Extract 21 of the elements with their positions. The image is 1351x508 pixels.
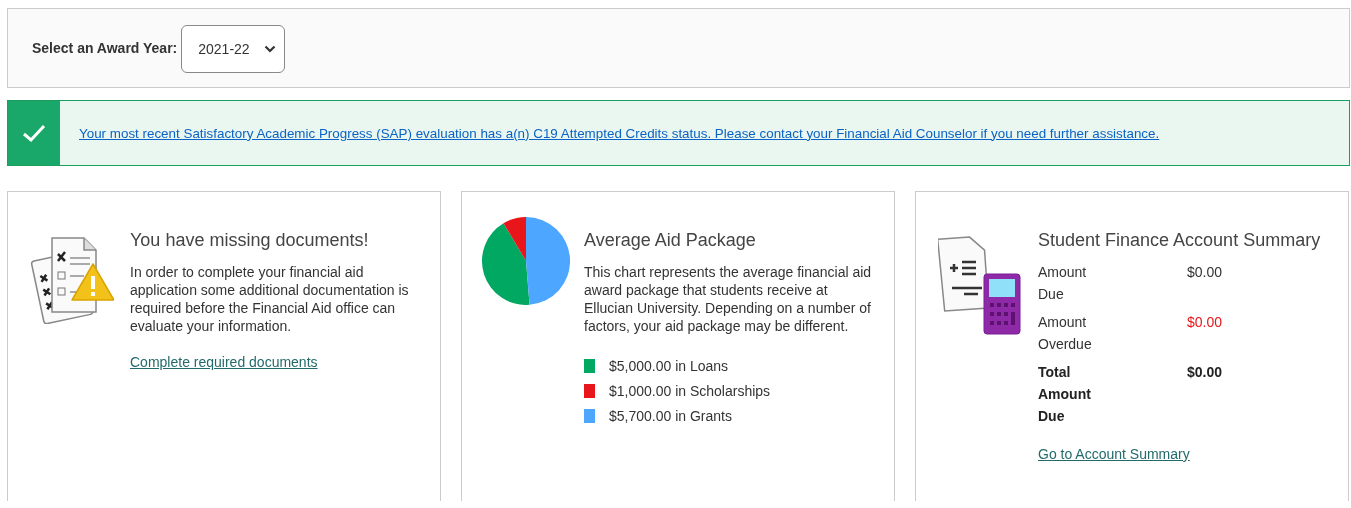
- award-year-dropdown[interactable]: 2021-22: [181, 24, 285, 73]
- amount-label: Amount Overdue: [1038, 313, 1093, 354]
- legend-label: $5,700.00 in Grants: [609, 407, 732, 425]
- sap-status-link[interactable]: Your most recent Satisfactory Academic Progress (SAP) evaluation has a(n) C19 Attempted Credits status. Please contact your Financial Aid Counselor if you need further assistance.: [79, 125, 1160, 141]
- account-summary-link[interactable]: Go to Account Summary: [1038, 445, 1190, 463]
- card-title: Student Finance Account Summary: [1038, 229, 1321, 252]
- required-documents-link[interactable]: Complete required documents: [130, 353, 318, 371]
- amount-label: Amount Due: [1038, 263, 1088, 304]
- chevron-down-icon: [263, 44, 276, 53]
- amount-value: $0.00: [1187, 313, 1223, 332]
- amount-label: Total Amount Due: [1038, 363, 1092, 426]
- card-title: You have missing documents!: [130, 229, 369, 252]
- checkmark-icon: [22, 123, 46, 143]
- card-description: In order to complete your financial aid application some additional documentation is required before the Financial Aid office can evaluate your information.: [130, 263, 410, 335]
- field-label: Select an Award Year:: [32, 40, 178, 56]
- amount-value: $0.00: [1187, 363, 1223, 382]
- card-title: Average Aid Package: [584, 229, 756, 252]
- amount-value: $0.00: [1187, 263, 1223, 282]
- legend-label: $5,000.00 in Loans: [609, 357, 729, 375]
- card-description: This chart represents the average financial aid award package that students receive at Ellucian University. Depending on a number of factors, your aid package may be different.: [584, 263, 873, 335]
- legend-label: $1,000.00 in Scholarships: [609, 382, 771, 400]
